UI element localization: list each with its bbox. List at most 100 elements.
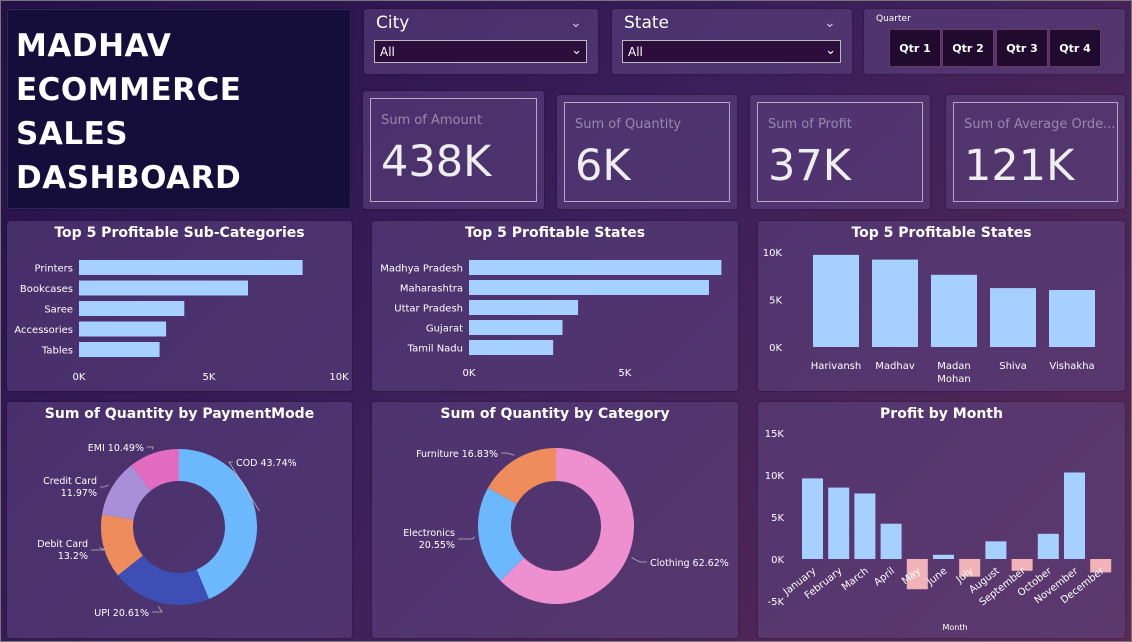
category-label: Madan [937,361,971,372]
chevron-down-icon[interactable]: ⌄ [570,15,582,31]
kpi-card-avg-order: Sum of Average Orde... 121K [946,95,1125,209]
slice-label: 13.2% [58,551,88,562]
column [802,478,823,559]
title-line: MADHAV [16,28,172,64]
state-dropdown-value: All [628,45,643,59]
kpi-label: Sum of Profit [768,117,852,132]
category-label: Saree [44,305,73,316]
kpi-value: 6K [575,141,631,191]
state-slicer: State ⌄ All ⌄ [612,9,852,74]
bar [79,260,303,275]
kpi-card-amount: Sum of Amount 438K [363,91,544,209]
chevron-down-icon[interactable]: ⌄ [824,15,836,31]
title-line: ECOMMERCE [16,72,242,108]
city-dropdown[interactable]: All ⌄ [374,40,587,63]
tick-label: 5K [771,513,784,524]
kpi-label: Sum of Average Orde... [964,117,1116,132]
slice-label: Debit Card [37,539,88,550]
slice-label: Credit Card [43,476,97,487]
tick-label: 10K [329,372,349,383]
category-label: Madhya Pradesh [380,264,463,275]
column [872,259,918,347]
slice-label: Furniture 16.83% [416,449,498,460]
category-label: Madhav [875,361,915,372]
tick-label: 0K [769,343,782,354]
column [931,274,977,347]
category-label: Vishakha [1049,361,1094,372]
tick-label: 0K [463,368,476,379]
dashboard: MADHAV ECOMMERCE SALES DASHBOARD City ⌄ … [0,0,1132,642]
column [813,254,859,347]
column [828,487,850,559]
city-dropdown-value: All [380,45,395,59]
category-donut-chart: Clothing 62.62% Electronics20.55% Furnitur… [403,448,729,604]
slice-label: Clothing 62.62% [650,558,729,569]
category-label: Bookcases [20,284,73,295]
leader-line [501,452,515,456]
slice-label: 11.97% [61,488,97,499]
chevron-down-icon[interactable]: ⌄ [825,43,836,58]
paymentmode-chart-card: Sum of Quantity by PaymentMode COD 43.74… [7,402,352,638]
quarter-button-q1[interactable]: Qtr 1 [889,29,941,67]
quarter-slicer: Quarter Qtr 1 Qtr 2 Qtr 3 Qtr 4 [864,9,1125,74]
bar [469,260,722,275]
title-line: SALES DASHBOARD [16,116,242,196]
quarter-slicer-label: Quarter [876,14,911,24]
kpi-frame: Sum of Average Orde... 121K [953,102,1118,202]
category-label: Harivansh [811,361,861,372]
quarter-button-q2[interactable]: Qtr 2 [942,29,994,67]
kpi-frame: Sum of Amount 438K [370,98,537,202]
category-label: Printers [35,264,73,275]
column [990,288,1036,347]
city-slicer: City ⌄ All ⌄ [364,9,598,74]
month-label: March [840,566,871,593]
category-label: Tables [41,346,73,357]
tick-label: 0K [771,555,784,566]
column [880,523,902,559]
state-dropdown[interactable]: All ⌄ [622,40,841,63]
bar [469,320,563,335]
slice-label: COD 43.74% [236,458,297,469]
leader-line [147,446,154,450]
kpi-value: 121K [964,141,1075,191]
leader-line [458,536,475,540]
column [1064,472,1085,559]
category-label: Uttar Pradesh [394,304,463,315]
month-label: June [925,566,950,589]
category-chart-card: Sum of Quantity by Category Clothing 62.… [372,402,738,638]
slice-label: UPI 20.61% [94,608,149,619]
column [854,493,876,559]
paymentmode-donut-chart: COD 43.74% UPI 20.61% Debit Card13.2% Credi… [37,443,297,619]
category-label: Mohan [937,374,971,385]
kpi-frame: Sum of Profit 37K [757,102,923,202]
dashboard-title: MADHAV ECOMMERCE SALES DASHBOARD [16,24,350,200]
bar [79,280,248,296]
column [985,541,1007,559]
quarter-button-q4[interactable]: Qtr 4 [1049,29,1101,67]
column [933,554,954,559]
tick-label: 10K [763,248,783,259]
city-slicer-label: City [376,13,410,33]
subcategory-chart-card: Top 5 Profitable Sub-Categories Printers… [7,221,352,391]
month-label: April [872,566,897,589]
tick-label: 10K [765,471,785,482]
state-slicer-label: State [624,13,669,33]
quarter-button-q3[interactable]: Qtr 3 [996,29,1048,67]
tick-label: -5K [767,597,784,608]
bar [469,300,579,315]
bar [79,342,160,357]
slice-label: Electronics [403,528,455,539]
kpi-card-quantity: Sum of Quantity 6K [557,95,737,209]
tick-label: 5K [203,372,216,383]
slice-label: 20.55% [419,540,455,551]
chevron-down-icon[interactable]: ⌄ [571,43,582,58]
tick-label: 0K [73,372,86,383]
kpi-value: 438K [381,137,492,187]
subcategory-bar-chart: Printers Bookcases Saree Accessories Tables 0… [14,260,349,383]
category-label: Accessories [14,325,73,336]
bar [469,280,709,295]
bar [79,301,185,316]
column [1037,533,1059,559]
leader-line [91,547,106,551]
states-column-chart-card: Top 5 Profitable States 0K 5K 10K Harivansh… [758,221,1125,391]
